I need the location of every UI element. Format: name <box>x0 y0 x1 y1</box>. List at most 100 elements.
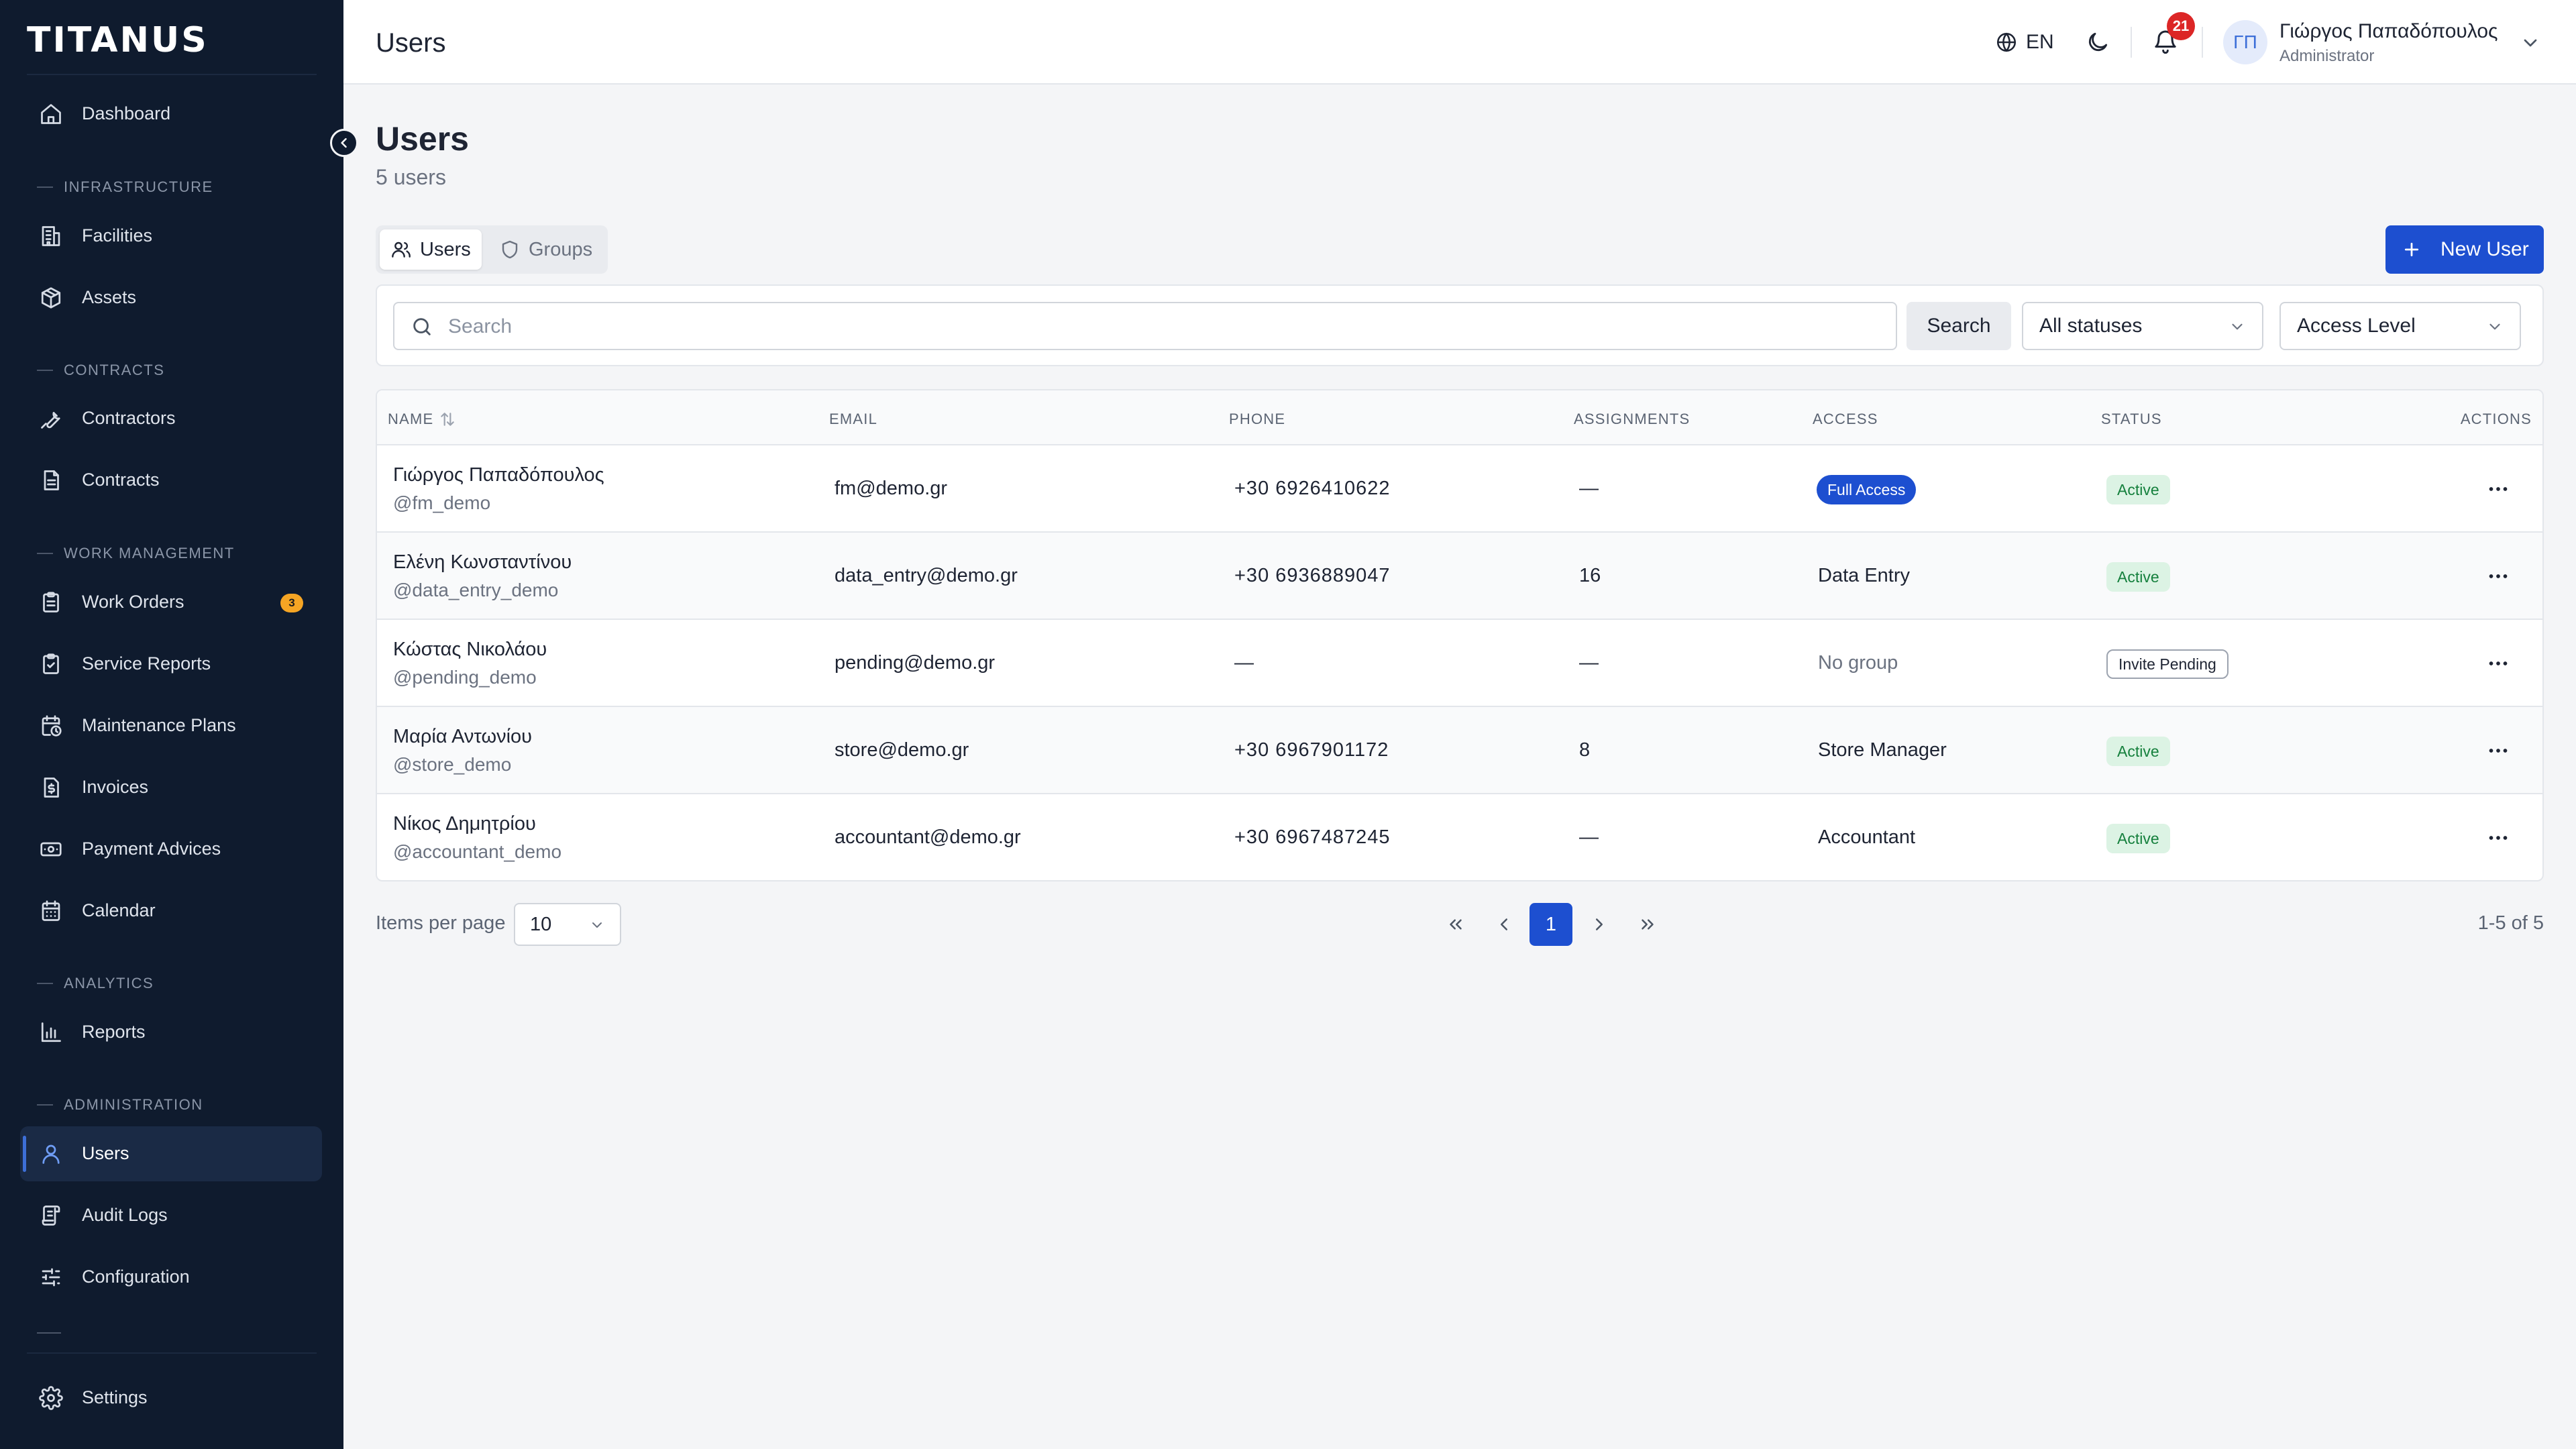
user-name[interactable]: Γιώργος Παπαδόπουλος <box>2279 20 2498 43</box>
search-input[interactable] <box>448 310 1884 343</box>
sidebar-collapse-button[interactable] <box>330 129 358 157</box>
last-page-button[interactable] <box>1626 903 1669 946</box>
table-row[interactable]: Νίκος Δημητρίου @accountant_demo account… <box>377 794 2542 880</box>
sidebar-item-dashboard[interactable]: Dashboard <box>20 87 322 142</box>
header-title: Users <box>376 28 446 58</box>
more-horizontal-icon[interactable] <box>2485 651 2512 676</box>
first-page-button[interactable] <box>1434 903 1477 946</box>
more-horizontal-icon[interactable] <box>2485 477 2512 501</box>
sidebar-item-assets[interactable]: Assets <box>20 270 322 325</box>
sidebar-item-service-reports[interactable]: Service Reports <box>20 637 322 692</box>
sort-icon[interactable] <box>439 411 456 428</box>
sidebar-item-configuration[interactable]: Configuration <box>20 1250 322 1305</box>
sidebar-item-work-orders[interactable]: Work Orders 3 <box>20 575 322 630</box>
next-page-button[interactable] <box>1578 903 1621 946</box>
page-button-current[interactable]: 1 <box>1529 903 1572 946</box>
language-switcher[interactable]: EN <box>1995 28 2054 56</box>
user-assignments: — <box>1579 478 1599 499</box>
avatar[interactable]: ΓΠ <box>2223 20 2267 64</box>
calendar-icon <box>42 900 60 921</box>
home-icon <box>41 104 61 124</box>
tab-label: Users <box>420 238 471 260</box>
user-assignments: — <box>1579 826 1599 848</box>
more-horizontal-icon[interactable] <box>2485 826 2512 850</box>
sidebar-item-maintenance-plans[interactable]: Maintenance Plans <box>20 698 322 753</box>
tab-groups[interactable]: Groups <box>488 229 603 270</box>
building-icon <box>42 226 60 246</box>
sidebar-item-contractors[interactable]: Contractors <box>20 391 322 446</box>
user-full-name[interactable]: Νίκος Δημητρίου <box>393 813 536 835</box>
sidebar-item-facilities[interactable]: Facilities <box>20 209 322 264</box>
chevron-left-icon <box>1501 918 1507 930</box>
user-handle: @data_entry_demo <box>393 580 559 600</box>
user-assignments: — <box>1579 652 1599 674</box>
section-label-administration: ADMINISTRATION <box>37 1096 203 1114</box>
sidebar-item-label: Work Orders <box>82 592 184 612</box>
sidebar-item-label: Reports <box>82 1022 146 1042</box>
column-header-email: EMAIL <box>829 411 878 427</box>
items-per-page-select[interactable]: 10 <box>514 903 621 946</box>
user-email: fm@demo.gr <box>835 478 948 499</box>
chevron-down-icon[interactable] <box>2520 32 2541 54</box>
more-horizontal-icon[interactable] <box>2485 739 2512 763</box>
dollar-document-icon <box>44 777 59 798</box>
more-horizontal-icon[interactable] <box>2485 564 2512 588</box>
sidebar-item-label: Contractors <box>82 408 176 428</box>
table-row[interactable]: Ελένη Κωνσταντίνου @data_entry_demo data… <box>377 533 2542 620</box>
previous-page-button[interactable] <box>1483 903 1525 946</box>
access-level-filter-select[interactable]: Access Level <box>2279 302 2521 350</box>
sidebar-item-contracts[interactable]: Contracts <box>20 453 322 508</box>
users-table: NAME EMAIL PHONE ASSIGNMENTS ACCESS STAT… <box>376 389 2544 881</box>
sidebar-item-payment-advices[interactable]: Payment Advices <box>20 822 322 877</box>
tab-users[interactable]: Users <box>380 229 482 270</box>
sidebar-item-label: Configuration <box>82 1267 190 1287</box>
sidebar-item-invoices[interactable]: Invoices <box>20 760 322 815</box>
sidebar-item-settings[interactable]: Settings <box>20 1371 322 1426</box>
user-access: Data Entry <box>1818 565 1910 586</box>
sidebar-divider <box>27 1352 317 1354</box>
sidebar-item-label: Service Reports <box>82 653 211 674</box>
sidebar-item-audit-logs[interactable]: Audit Logs <box>20 1188 322 1243</box>
status-badge: Active <box>2106 737 2170 766</box>
sidebar-item-calendar[interactable]: Calendar <box>20 883 322 938</box>
section-label-contracts: CONTRACTS <box>37 362 164 379</box>
sidebar-item-label: Audit Logs <box>82 1205 168 1225</box>
user-phone: +30 6936889047 <box>1234 565 1391 586</box>
tab-label: Groups <box>529 238 593 260</box>
user-email: pending@demo.gr <box>835 652 996 674</box>
sidebar-divider <box>27 74 317 75</box>
moon-icon <box>2088 32 2108 52</box>
column-header-name[interactable]: NAME <box>388 411 456 428</box>
status-filter-select[interactable]: All statuses <box>2022 302 2263 350</box>
sidebar-item-label: Users <box>82 1143 129 1163</box>
sidebar-item-label: Dashboard <box>82 103 171 123</box>
brand-logo[interactable]: TITANUS <box>27 20 209 60</box>
chevrons-right-icon <box>1642 919 1654 930</box>
view-switcher: Users Groups <box>376 225 608 274</box>
user-full-name[interactable]: Κώστας Νικολάου <box>393 639 547 661</box>
user-handle: @store_demo <box>393 754 512 775</box>
user-full-name[interactable]: Γιώργος Παπαδόπουλος <box>393 464 604 486</box>
search-button[interactable]: Search <box>1907 302 2011 350</box>
wrench-icon <box>41 412 60 429</box>
notification-count-badge: 21 <box>2167 12 2195 40</box>
document-icon <box>44 470 59 490</box>
section-label-analytics: ANALYTICS <box>37 975 154 992</box>
sidebar-item-users[interactable]: Users <box>20 1126 322 1181</box>
user-assignments: 8 <box>1579 739 1591 761</box>
filter-bar: Search All statuses Access Level <box>376 284 2544 366</box>
chevron-down-icon <box>592 922 602 928</box>
user-phone: +30 6967901172 <box>1234 739 1389 761</box>
user-email: accountant@demo.gr <box>835 826 1021 848</box>
search-field <box>393 302 1897 350</box>
user-full-name[interactable]: Μαρία Αντωνίου <box>393 726 532 748</box>
theme-toggle-button[interactable] <box>2085 30 2110 55</box>
table-row[interactable]: Κώστας Νικολάου @pending_demo pending@de… <box>377 620 2542 707</box>
table-row[interactable]: Μαρία Αντωνίου @store_demo store@demo.gr… <box>377 707 2542 794</box>
table-row[interactable]: Γιώργος Παπαδόπουλος @fm_demo fm@demo.gr… <box>377 445 2542 533</box>
user-access: Store Manager <box>1818 739 1947 761</box>
new-user-button[interactable]: New User <box>2385 225 2544 274</box>
user-full-name[interactable]: Ελένη Κωνσταντίνου <box>393 551 572 574</box>
sidebar-item-reports[interactable]: Reports <box>20 1005 322 1060</box>
status-filter-value: All statuses <box>2039 315 2143 337</box>
